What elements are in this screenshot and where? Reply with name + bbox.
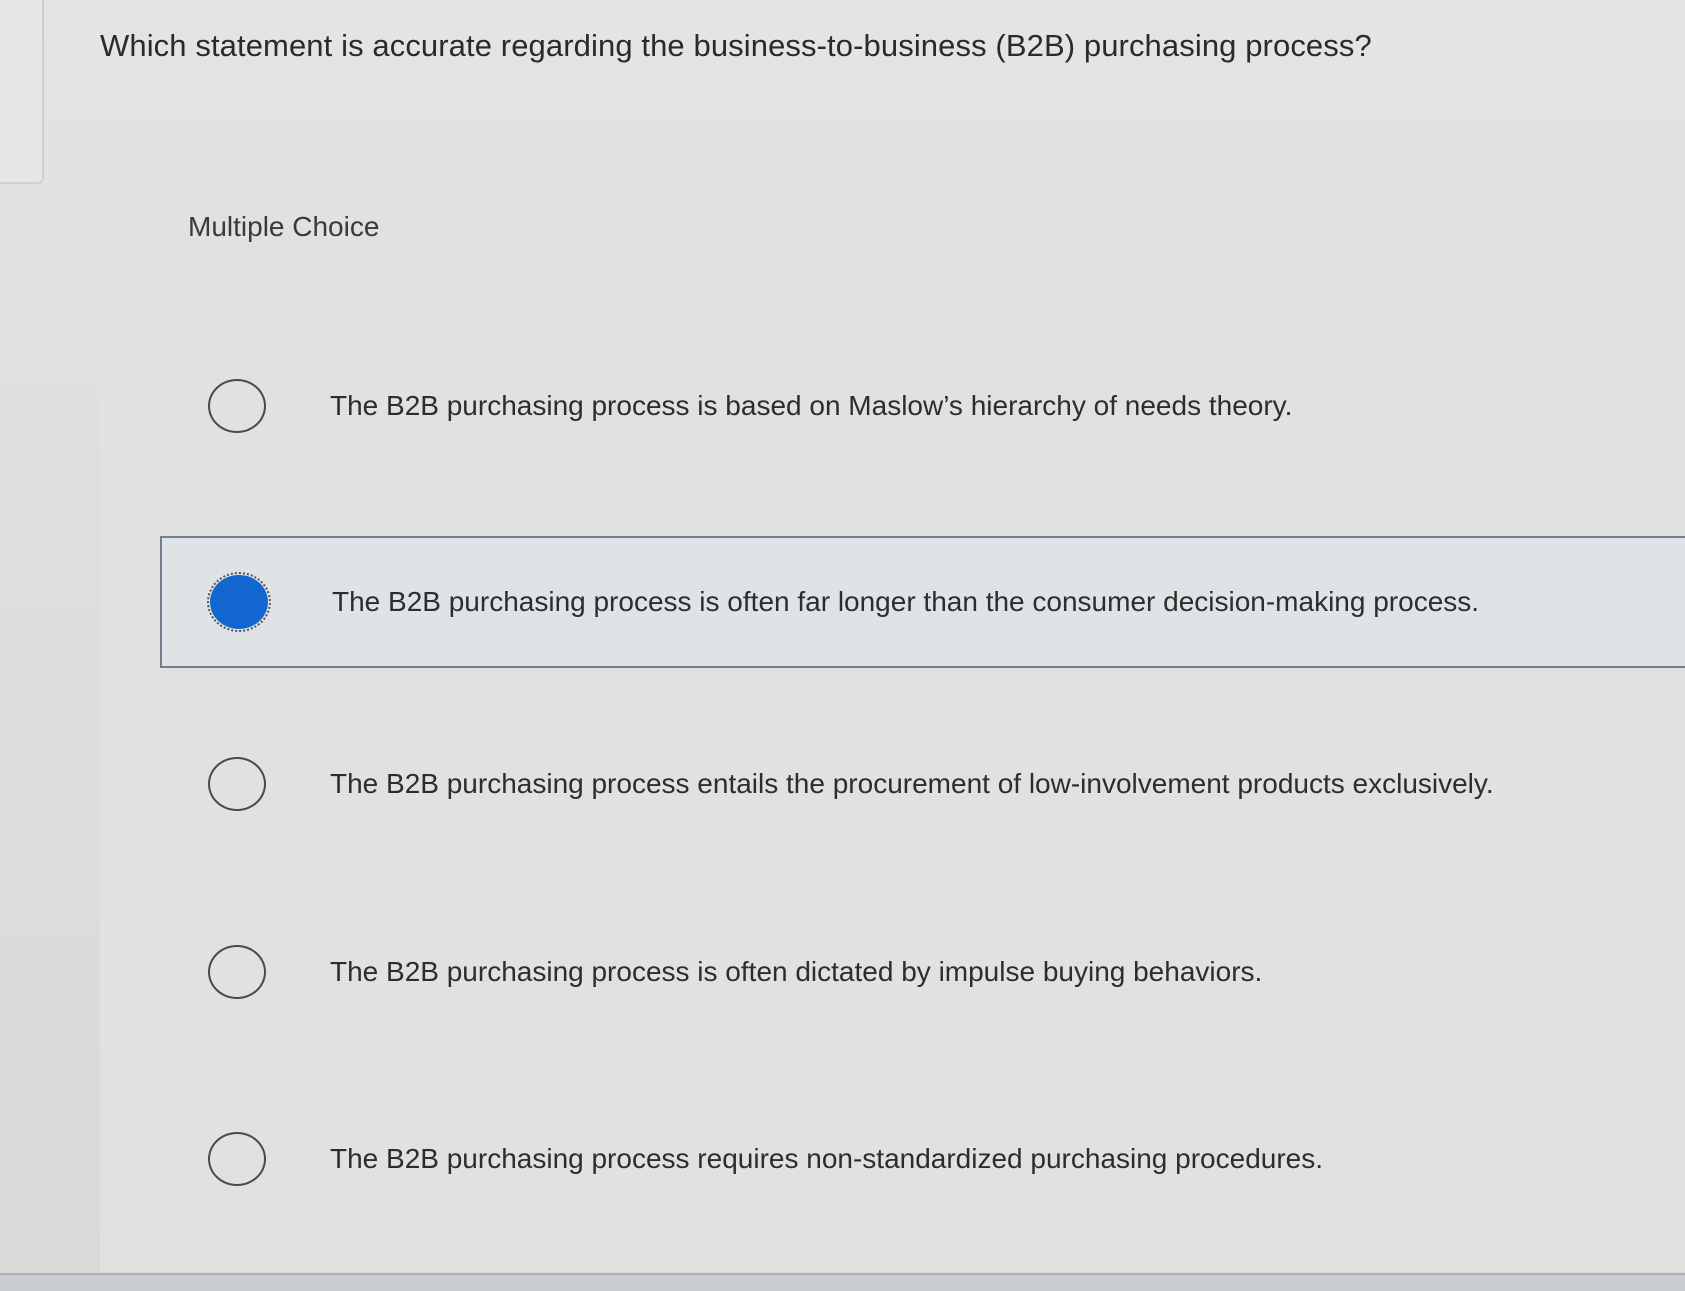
radio-button-icon[interactable] [208,757,266,811]
option-text: The B2B purchasing process requires non-… [330,1143,1324,1174]
option-text: The B2B purchasing process entails the p… [330,768,1494,799]
option-text: The B2B purchasing process is based on M… [330,390,1293,421]
option-5[interactable]: The B2B purchasing process requires non-… [160,1093,1685,1225]
left-frame-edge [0,0,44,184]
radio-button-icon[interactable] [208,1132,266,1186]
option-text: The B2B purchasing process is often far … [332,586,1480,617]
option-text: The B2B purchasing process is often dict… [330,956,1263,987]
question-text: Which statement is accurate regarding th… [100,28,1372,63]
radio-button-icon[interactable] [208,379,266,433]
quiz-page: Which statement is accurate regarding th… [0,0,1685,1291]
question-type-label: Multiple Choice [188,211,380,242]
bottom-toolbar-edge [0,1273,1685,1291]
option-3[interactable]: The B2B purchasing process entails the p… [160,718,1685,850]
option-4[interactable]: The B2B purchasing process is often dict… [160,906,1685,1038]
radio-button-selected-icon[interactable] [207,572,271,632]
option-1[interactable]: The B2B purchasing process is based on M… [160,340,1685,472]
option-2[interactable]: The B2B purchasing process is often far … [160,536,1685,668]
radio-button-icon[interactable] [208,945,266,999]
